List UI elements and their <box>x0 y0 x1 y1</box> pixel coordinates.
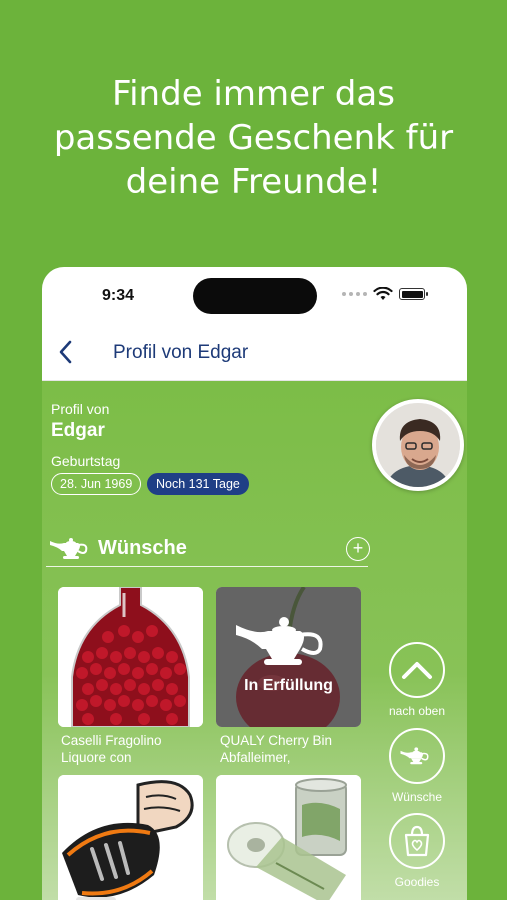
promo-headline: Finde immer das passende Geschenk für de… <box>0 72 507 204</box>
wish-caption-line-1: QUALY Cherry Bin <box>220 733 333 748</box>
chevron-left-icon[interactable] <box>56 338 76 366</box>
wish-caption-cherry-bin: QUALY Cherry Bin Abfalleimer, <box>220 732 370 766</box>
birthday-date-badge: 28. Jun 1969 <box>51 473 142 495</box>
wish-caption-line-2: Liquore con <box>61 750 132 765</box>
profile-name: Edgar <box>51 420 105 441</box>
avatar-photo <box>376 403 460 487</box>
status-time: 9:34 <box>102 287 135 304</box>
scroll-to-top-button[interactable]: nach oben <box>387 642 447 718</box>
wish-card-wristband[interactable] <box>58 775 203 900</box>
wish-card-cherry-bin[interactable]: In Erfüllung <box>216 587 361 727</box>
wishes-shortcut-circle <box>389 728 445 784</box>
chevron-up-icon <box>402 662 432 679</box>
dynamic-island <box>193 278 317 314</box>
status-bar: 9:34 <box>42 267 467 323</box>
wish-image-fragolino <box>58 587 203 727</box>
magic-lamp-icon <box>50 538 88 559</box>
goodies-button[interactable]: Goodies <box>387 813 447 889</box>
battery-icon <box>399 288 428 300</box>
signal-dots-icon <box>342 292 367 296</box>
scroll-to-top-label: nach oben <box>388 704 446 718</box>
wish-caption-fragolino: Caselli Fragolino Liquore con <box>61 732 211 766</box>
wishes-title: Wünsche <box>98 537 187 559</box>
add-wish-button[interactable]: + <box>346 537 370 561</box>
wish-caption-line-1: Caselli Fragolino <box>61 733 162 748</box>
status-icons <box>342 287 428 301</box>
wishes-shortcut-label: Wünsche <box>391 790 443 804</box>
goodies-circle <box>389 813 445 869</box>
nav-title: Profil von Edgar <box>113 342 249 363</box>
headline-line-3: deine Freunde! <box>125 162 382 202</box>
magic-lamp-icon <box>236 617 323 665</box>
wish-image-money-roll <box>216 775 361 900</box>
goodies-label: Goodies <box>394 875 440 889</box>
birthday-label: Geburtstag <box>51 453 121 469</box>
profile-label: Profil von <box>51 401 110 417</box>
wish-status-label: In Erfüllung <box>244 677 333 694</box>
wish-caption-line-2: Abfalleimer, <box>220 750 291 765</box>
headline-line-1: Finde immer das <box>112 74 395 114</box>
chevron-up-circle <box>389 642 445 698</box>
wish-image-wristband <box>58 775 203 900</box>
wishes-section-header: Wünsche + <box>46 533 370 567</box>
headline-line-2: passende Geschenk für <box>53 118 454 158</box>
wish-card-fragolino[interactable] <box>58 587 203 727</box>
navigation-bar: Profil von Edgar <box>42 323 467 381</box>
phone-screen: 9:34 Profil von Edgar Profil von Edgar G… <box>42 267 467 900</box>
wishes-shortcut-button[interactable]: Wünsche <box>387 728 447 804</box>
profile-content: Profil von Edgar Geburtstag 28. Jun 1969… <box>42 381 467 900</box>
magic-lamp-icon <box>400 747 429 765</box>
wifi-icon <box>373 287 393 300</box>
avatar[interactable] <box>372 399 464 491</box>
days-until-badge: Noch 131 Tage <box>147 473 249 495</box>
wish-card-money-roll[interactable] <box>216 775 361 900</box>
gift-bag-icon <box>404 825 430 857</box>
